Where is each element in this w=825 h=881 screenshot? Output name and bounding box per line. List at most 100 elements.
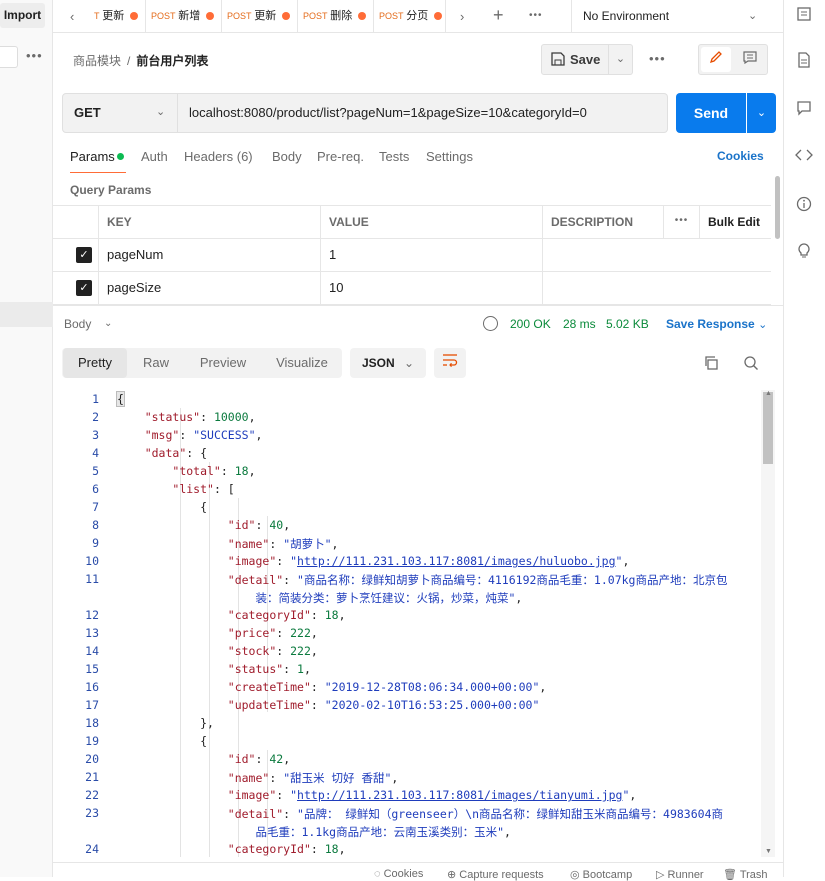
more-actions-icon[interactable]: ••• [649,51,666,66]
line-number: 20 [85,752,99,766]
footer-bootcamp[interactable]: ◎ Bootcamp [570,868,632,881]
save-button[interactable]: Save [541,44,609,75]
param-key-cell[interactable]: pageNum [99,239,321,272]
view-pretty-button[interactable]: Pretty [63,348,127,378]
line-number: 2 [92,410,99,424]
sidebar [0,0,53,877]
request-tab[interactable]: T 更新 [90,0,146,33]
documentation-icon[interactable] [783,52,825,71]
code-line: "createTime": "2019-12-28T08:06:34.000+0… [227,680,547,694]
footer-capture-label: Capture requests [459,869,544,881]
param-value-cell[interactable]: 10 [321,272,543,305]
tabs-next-icon[interactable]: › [460,9,464,24]
checkbox-checked-icon[interactable]: ✓ [76,247,92,263]
breadcrumb: 商品模块 / 前台用户列表 [73,52,208,69]
sidebar-search-input[interactable] [0,46,18,68]
line-number: 24 [85,842,99,856]
tab-tests[interactable]: Tests [379,149,409,164]
tab-title: 新增 [178,10,201,22]
environment-selector[interactable]: No Environment ⌄ [571,0,783,33]
column-header-description: DESCRIPTION [543,206,664,239]
code-line: }, [117,716,214,730]
unsaved-dot-icon [206,12,215,21]
format-label: JSON [362,356,395,370]
param-value-cell[interactable]: 1 [321,239,543,272]
view-preview-button[interactable]: Preview [190,348,256,378]
info-icon[interactable] [783,196,825,215]
request-tab[interactable]: POST 更新 [222,0,298,33]
globe-icon[interactable] [483,316,498,331]
scroll-down-arrow-icon[interactable]: ▼ [765,848,772,855]
url-input[interactable]: localhost:8080/product/list?pageNum=1&pa… [178,93,668,133]
footer-runner[interactable]: ▷ Runner [656,868,704,881]
new-tab-plus-icon[interactable]: + [493,5,504,26]
checkbox-checked-icon[interactable]: ✓ [76,280,92,296]
image-url-link[interactable]: http://111.231.103.117:8081/images/tiany… [297,788,622,802]
line-number: 19 [85,734,99,748]
tabs-more-icon[interactable]: ••• [529,10,543,21]
request-tab[interactable]: POST 新增 [146,0,222,33]
tab-title: 更新 [102,10,125,22]
response-body-label[interactable]: Body [64,317,91,331]
tab-params[interactable]: Params [70,149,115,164]
code-line: "categoryId": 18, [227,842,346,856]
response-code-editor[interactable]: 1 2 3 4 5 6 7 8 9 10 11 12 13 14 15 16 1… [53,390,761,857]
scroll-up-arrow-icon[interactable]: ▲ [765,390,772,397]
search-icon[interactable] [743,355,759,374]
save-dropdown-chevron-icon[interactable]: ⌄ [609,44,633,75]
unsaved-dot-icon [282,12,291,21]
column-options-icon[interactable]: ••• [664,206,700,239]
edit-pencil-icon[interactable] [701,47,731,72]
tab-headers[interactable]: Headers (6) [184,149,253,164]
chevron-down-icon[interactable]: ⌄ [104,318,112,329]
request-tab[interactable]: POST 删除 [298,0,374,33]
request-tab[interactable]: POST 分页 [374,0,446,33]
code-line: "name": "胡萝卜", [227,537,339,551]
sidebar-more-icon[interactable]: ••• [26,48,43,63]
tab-body[interactable]: Body [272,149,302,164]
code-line: "detail": "商品名称：绿鲜知胡萝卜商品编号：4116192商品毛重：1… [227,573,728,587]
format-select[interactable]: JSON ⌄ [350,348,426,378]
line-number: 16 [85,680,99,694]
code-icon[interactable] [783,147,825,166]
param-description-cell[interactable] [543,272,771,305]
view-raw-button[interactable]: Raw [132,348,180,378]
tab-auth[interactable]: Auth [141,149,168,164]
save-response-button[interactable]: Save Response ⌄ [666,317,767,331]
image-url-link[interactable]: http://111.231.103.117:8081/images/huluo… [297,554,616,568]
documentation-view-icon[interactable] [735,47,765,72]
view-visualize-button[interactable]: Visualize [266,348,338,378]
chevron-down-icon: ⌄ [404,356,415,370]
tabs-prev-icon[interactable]: ‹ [70,9,74,24]
import-button[interactable]: Import [0,3,45,28]
footer-capture[interactable]: ⊕ Capture requests [447,868,544,881]
param-key-cell[interactable]: pageSize [99,272,321,305]
tab-prereq[interactable]: Pre-req. [317,149,364,164]
param-description-cell[interactable] [543,239,771,272]
footer-trash[interactable]: 🗑 Trash [723,868,768,881]
code-scrollbar-thumb[interactable] [763,392,773,464]
line-number: 11 [85,572,99,586]
breadcrumb-parent[interactable]: 商品模块 [73,54,121,68]
send-button[interactable]: Send [676,93,746,133]
chevron-down-icon: ⌄ [748,10,758,22]
cookies-link[interactable]: Cookies [717,149,764,163]
copy-icon[interactable] [703,355,719,374]
params-scrollbar[interactable] [775,176,780,239]
breadcrumb-current[interactable]: 前台用户列表 [136,54,208,68]
wrap-lines-icon[interactable] [434,348,466,378]
lightbulb-icon[interactable] [783,243,825,262]
send-dropdown-chevron-icon[interactable]: ⌄ [747,93,776,133]
code-line: "stock": 222, [227,644,318,658]
code-line: "msg": "SUCCESS", [144,428,263,442]
comments-icon[interactable] [783,100,825,119]
footer-cookies[interactable]: ◌ Cookies [374,868,423,880]
sidebar-selected-item[interactable] [0,302,53,327]
params-table: KEY VALUE DESCRIPTION ••• Bulk Edit ✓ pa… [53,205,771,305]
column-header-value: VALUE [321,206,543,239]
env-quicklook-icon[interactable] [783,6,825,25]
unsaved-dot-icon [358,12,367,21]
tab-settings[interactable]: Settings [426,149,473,164]
line-number: 15 [85,662,99,676]
bulk-edit-button[interactable]: Bulk Edit [700,206,771,239]
